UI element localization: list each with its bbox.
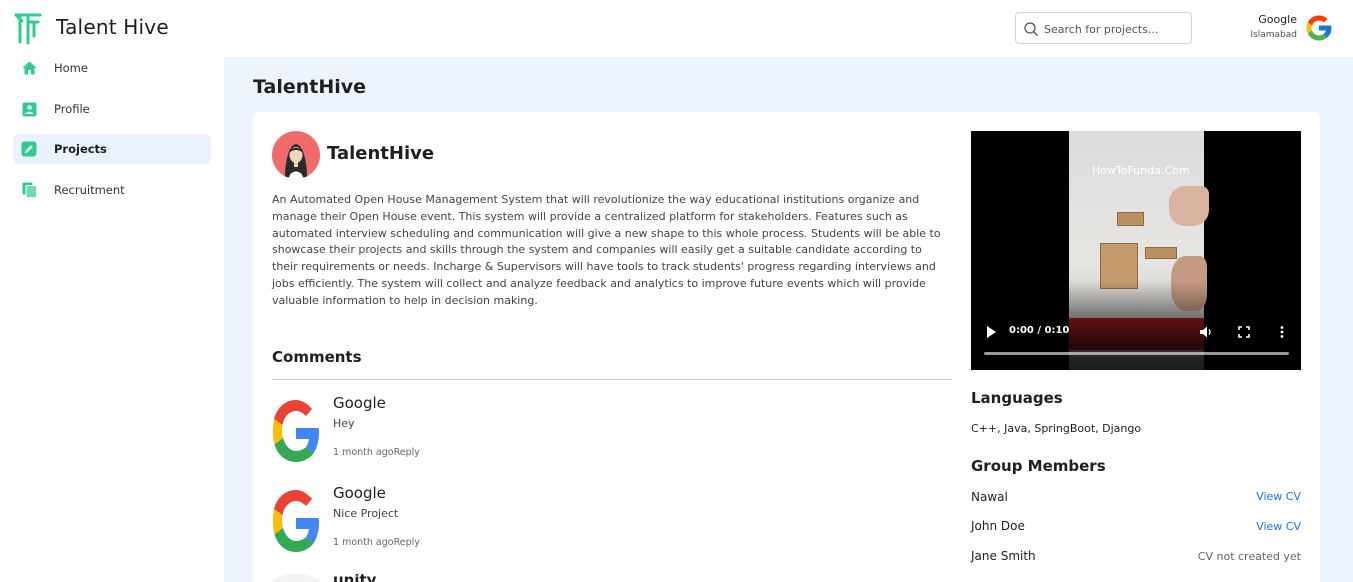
main-content: TalentHive TalentHive An Automated Open … <box>224 57 1353 582</box>
sidebar-item-label: Profile <box>54 102 90 116</box>
comment-time: 1 month ago <box>333 447 394 458</box>
edit-icon <box>20 140 38 158</box>
search-box[interactable] <box>1015 12 1192 44</box>
sidebar-item-label: Home <box>54 61 88 75</box>
brand-name: Talent Hive <box>56 15 169 39</box>
view-cv-link[interactable]: View CV <box>1256 520 1301 533</box>
sidebar: Home Profile Projects Recruitment <box>0 57 224 582</box>
search-icon <box>1024 22 1038 36</box>
sidebar-item-projects[interactable]: Projects <box>13 134 211 164</box>
google-avatar-icon[interactable] <box>1304 13 1334 43</box>
google-logo-icon <box>273 490 319 552</box>
video-time: 0:00 / 0:10 <box>1009 325 1070 336</box>
comment-text: Nice Project <box>333 507 399 520</box>
comment-text: Hey <box>333 417 355 430</box>
member-name: Jane Smith <box>971 549 1036 563</box>
comment-author: Google <box>333 394 386 412</box>
comment-item: Google Nice Project 1 month agoReply <box>272 484 952 564</box>
languages-title: Languages <box>971 389 1063 407</box>
talent-hive-logo-icon[interactable] <box>14 12 42 46</box>
more-options-icon[interactable] <box>1277 325 1287 339</box>
video-player[interactable]: HowToFunda.Com 0:00 / 0:10 <box>971 131 1301 370</box>
reply-link[interactable]: Reply <box>394 537 420 548</box>
home-icon <box>20 59 38 77</box>
comment-time: 1 month ago <box>333 537 394 548</box>
play-icon[interactable] <box>985 325 997 339</box>
video-watermark: HowToFunda.Com <box>1092 164 1190 177</box>
woman-avatar-icon <box>285 144 307 179</box>
sidebar-item-label: Projects <box>54 142 107 156</box>
cv-status: CV not created yet <box>1197 550 1301 563</box>
view-cv-link[interactable]: View CV <box>1256 490 1301 503</box>
fullscreen-icon[interactable] <box>1238 326 1250 338</box>
profile-icon <box>20 100 38 118</box>
project-description: An Automated Open House Management Syste… <box>272 193 941 307</box>
project-card: TalentHive An Automated Open House Manag… <box>253 112 1320 582</box>
sidebar-item-home[interactable]: Home <box>13 53 211 83</box>
documents-icon <box>20 181 38 199</box>
comment-meta: 1 month agoReply <box>333 537 420 548</box>
comment-avatar <box>272 574 320 582</box>
volume-icon[interactable] <box>1199 325 1213 339</box>
sidebar-item-label: Recruitment <box>54 183 125 197</box>
user-name: Google <box>1258 13 1297 26</box>
comment-author: unity <box>333 574 376 582</box>
google-logo-icon <box>273 400 319 462</box>
video-progress-bar[interactable] <box>984 352 1289 355</box>
member-name: John Doe <box>971 519 1025 533</box>
comment-item: unity <box>272 574 952 582</box>
top-header: Talent Hive Google Islamabad <box>0 0 1353 57</box>
languages-list: C++, Java, SpringBoot, Django <box>971 422 1142 435</box>
comments-title: Comments <box>272 348 362 366</box>
sidebar-item-profile[interactable]: Profile <box>13 94 211 124</box>
project-avatar <box>272 131 320 179</box>
sidebar-item-recruitment[interactable]: Recruitment <box>13 175 211 205</box>
user-location: Islamabad <box>1250 30 1297 40</box>
comment-meta: 1 month agoReply <box>333 447 420 458</box>
group-members-title: Group Members <box>971 457 1106 475</box>
divider <box>272 379 952 380</box>
comment-author: Google <box>333 484 386 502</box>
member-name: Nawal <box>971 490 1008 504</box>
comment-item: Google Hey 1 month agoReply <box>272 394 952 474</box>
reply-link[interactable]: Reply <box>394 447 420 458</box>
search-input[interactable] <box>1044 19 1186 39</box>
project-name: TalentHive <box>327 143 435 164</box>
page-title: TalentHive <box>253 76 367 98</box>
